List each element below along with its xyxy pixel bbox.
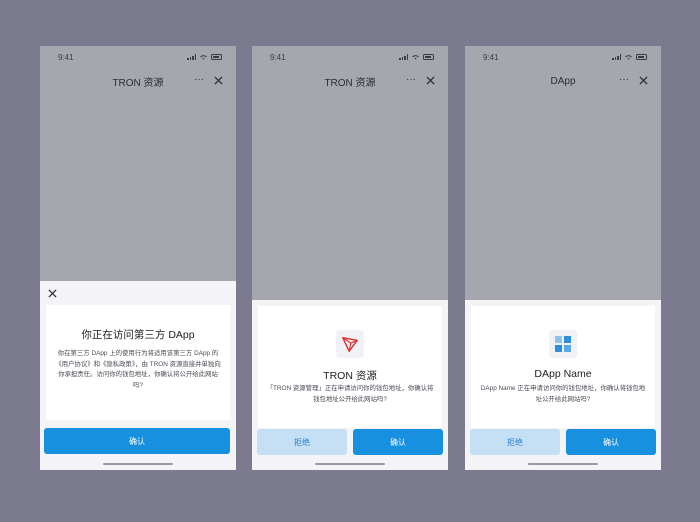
sheet-description: 「TRON 资源管理」正在申请访问你的钱包地址，你确认将钱包地址公开给此网站吗? xyxy=(266,385,434,403)
battery-icon xyxy=(211,54,222,60)
sheet-title: TRON 资源 xyxy=(323,370,377,382)
status-time: 9:41 xyxy=(483,52,499,62)
battery-icon xyxy=(636,54,647,60)
sheet-title: DApp Name xyxy=(534,368,592,380)
sheet-card: TRON 资源 「TRON 资源管理」正在申请访问你的钱包地址，你确认将钱包地址… xyxy=(258,306,442,428)
nav-title: TRON 资源 xyxy=(324,77,376,89)
wifi-icon xyxy=(412,55,419,60)
nav-title: TRON 资源 xyxy=(112,77,164,89)
cellular-signal-icon xyxy=(399,54,408,60)
bottom-sheet: 你正在访问第三方 DApp 你在第三方 DApp 上的使用行为将适用该第三方 D… xyxy=(40,281,236,470)
sheet-card: 你正在访问第三方 DApp 你在第三方 DApp 上的使用行为将适用该第三方 D… xyxy=(46,305,230,420)
sheet-card: DApp Name DApp Name 正在申请访问你的钱包地址，你确认将钱包地… xyxy=(471,306,655,428)
sheet-title: 你正在访问第三方 DApp xyxy=(81,329,195,341)
phone-screen-third-party-warning: 9:41 TRON 资源 ··· 你正在访问第三方 DApp 你在第三方 DAp… xyxy=(40,46,236,470)
dapp-logo-icon xyxy=(549,330,577,358)
home-indicator xyxy=(528,463,598,465)
wifi-icon xyxy=(625,55,632,60)
sheet-description: DApp Name 正在申请访问你的钱包地址，你确认将钱包地址公开给此网站吗? xyxy=(480,385,646,403)
tron-logo-icon xyxy=(336,330,364,358)
confirm-button[interactable]: 确认 xyxy=(44,428,230,454)
phone-screen-dapp-authorization: 9:41 DApp ··· DApp Name DApp Name 正在申请访问… xyxy=(465,46,661,470)
status-bar: 9:41 xyxy=(465,46,661,68)
nav-bar: DApp ··· xyxy=(465,70,661,92)
bottom-sheet: DApp Name DApp Name 正在申请访问你的钱包地址，你确认将钱包地… xyxy=(465,300,661,470)
reject-button[interactable]: 拒绝 xyxy=(257,429,347,455)
close-icon[interactable] xyxy=(48,289,57,298)
nav-bar: TRON 资源 ··· xyxy=(252,70,448,92)
status-time: 9:41 xyxy=(270,52,286,62)
more-icon[interactable]: ··· xyxy=(619,75,629,85)
confirm-button[interactable]: 确认 xyxy=(353,429,443,455)
more-icon[interactable]: ··· xyxy=(194,75,204,85)
close-icon[interactable] xyxy=(214,76,223,85)
status-bar: 9:41 xyxy=(252,46,448,68)
more-icon[interactable]: ··· xyxy=(406,75,416,85)
close-icon[interactable] xyxy=(426,76,435,85)
nav-bar: TRON 资源 ··· xyxy=(40,70,236,92)
status-bar: 9:41 xyxy=(40,46,236,68)
cellular-signal-icon xyxy=(187,54,196,60)
battery-icon xyxy=(423,54,434,60)
wifi-icon xyxy=(200,55,207,60)
home-indicator xyxy=(315,463,385,465)
home-indicator xyxy=(103,463,173,465)
nav-title: DApp xyxy=(550,75,576,87)
confirm-button[interactable]: 确认 xyxy=(566,429,656,455)
status-time: 9:41 xyxy=(58,52,74,62)
sheet-description: 你在第三方 DApp 上的使用行为将适用该第三方 DApp 的《用户协议》和《隐… xyxy=(55,350,221,389)
close-icon[interactable] xyxy=(639,76,648,85)
cellular-signal-icon xyxy=(612,54,621,60)
reject-button[interactable]: 拒绝 xyxy=(470,429,560,455)
phone-screen-tron-authorization: 9:41 TRON 资源 ··· TRON 资源 「TRON 资源管理」正在申请… xyxy=(252,46,448,470)
bottom-sheet: TRON 资源 「TRON 资源管理」正在申请访问你的钱包地址，你确认将钱包地址… xyxy=(252,300,448,470)
